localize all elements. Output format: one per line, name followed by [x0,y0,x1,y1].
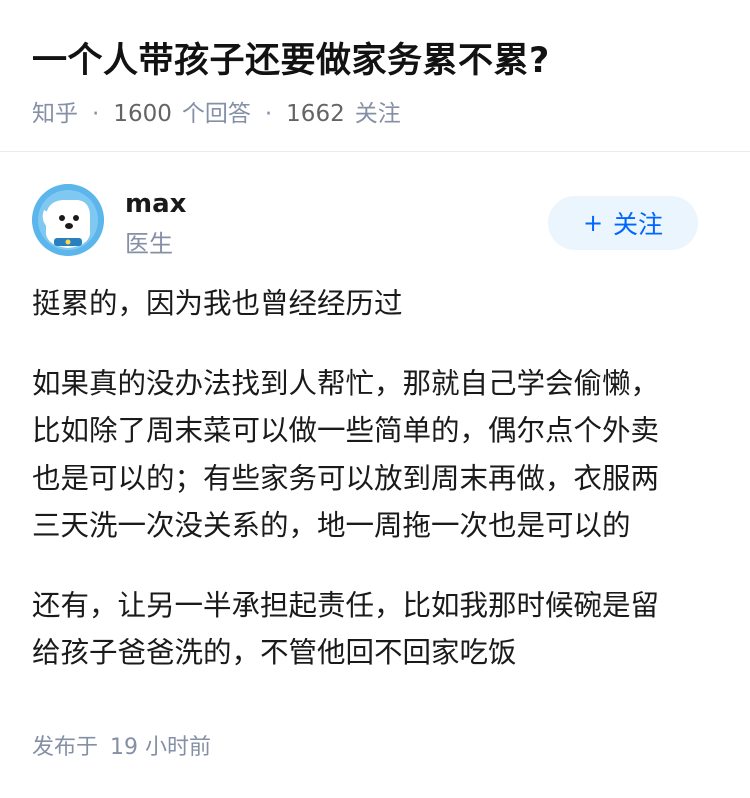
publish-time: 发布于 19 小时前 [32,730,211,766]
meta-separator: · [92,101,100,127]
answer-count-label: 个回答 [181,101,251,127]
answer-line: 如果真的没办法找到人帮忙，那就自己学会偷懒， [32,366,660,400]
author-row: max 医生 + 关注 [0,152,750,268]
publish-label: 发布于 [32,735,99,760]
follow-button[interactable]: + 关注 [548,196,698,250]
follower-count: 1662 [286,101,345,127]
publish-time-value: 19 小时前 [110,735,212,760]
plus-icon: + [582,209,604,237]
question-title[interactable]: 一个人带孩子还要做家务累不累? [32,36,718,86]
question-header: 一个人带孩子还要做家务累不累? 知乎 · 1600 个回答 · 1662 关注 [0,0,750,152]
follow-button-label: 关注 [613,210,664,239]
answer-line: 挺累的，因为我也曾经经历过 [32,287,403,320]
answer-line: 还有，让另一半承担起责任，比如我那时候碗是留 [32,588,660,622]
answer-line: 给孩子爸爸洗的，不管他回不回家吃饭 [32,636,517,669]
author-name[interactable]: max [125,186,186,222]
answer-line: 比如除了周末菜可以做一些简单的，偶尔点个外卖 [32,414,660,447]
dog-avatar-icon[interactable] [32,184,104,256]
answer-content: 挺累的，因为我也曾经经历过 如果真的没办法找到人帮忙，那就自己学会偷懒， 比如除… [32,280,712,677]
answer-line: 三天洗一次没关系的，地一周拖一次也是可以的 [32,509,631,542]
source-label[interactable]: 知乎 [32,96,78,132]
answer-line: 也是可以的；有些家务可以放到周末再做，衣服两 [32,461,660,495]
meta-separator: · [264,101,273,127]
answer-page: 一个人带孩子还要做家务累不累? 知乎 · 1600 个回答 · 1662 关注 [0,0,750,798]
question-meta: 知乎 · 1600 个回答 · 1662 关注 [32,96,718,132]
answer-count: 1600 [113,101,172,127]
follower-count-label: 关注 [354,101,401,127]
author-title: 医生 [125,230,173,258]
